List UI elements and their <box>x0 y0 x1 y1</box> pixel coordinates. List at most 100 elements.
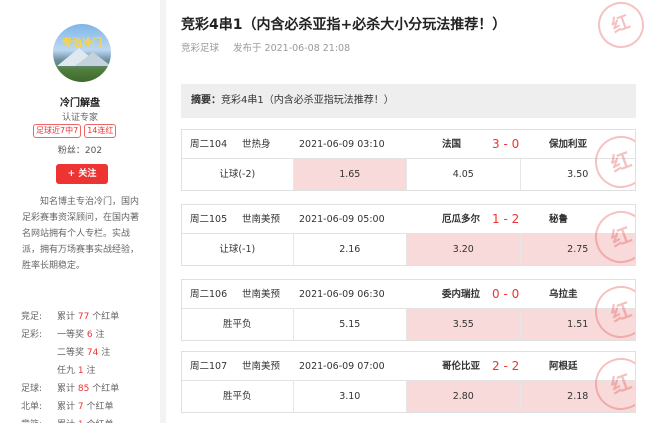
record-category: 竞篮: <box>21 416 57 423</box>
odds-row: 让球(-1) 2.16 3.20 2.75 <box>182 234 635 265</box>
author-badges: 足球近7中7 14连红 <box>33 124 117 138</box>
match-card: 周二107 世南美预 2021-06-09 07:00 哥伦比亚 2 - 2 阿根廷 胜平负… <box>181 351 636 413</box>
match-time: 2021-06-09 03:10 <box>299 139 385 150</box>
record-prefix: 任九 <box>57 366 78 376</box>
badge-recent-record: 足球近7中7 <box>33 124 82 138</box>
record-category <box>21 362 57 380</box>
odds-cell[interactable]: 5.15 <box>294 309 408 340</box>
article-meta: 竞彩足球 发布于 2021-06-08 21:08 <box>181 40 350 54</box>
bet-type: 胜平负 <box>182 381 294 412</box>
author-bio: 知名博主专治冷门，国内足彩赛事资深顾问，在国内著名网站拥有个人专栏。实战派，拥有… <box>22 197 140 271</box>
record-count: 77 <box>77 312 90 322</box>
record-prefix: 一等奖 <box>57 330 87 340</box>
record-value: 累计 77 个红单 <box>57 308 119 326</box>
home-team[interactable]: 厄瓜多尔 <box>442 205 480 234</box>
record-row: 二等奖 74 注 <box>21 344 119 362</box>
match-code: 周二105 <box>190 214 228 225</box>
match-score: 1 - 2 <box>492 212 520 226</box>
record-value: 累计 7 个红单 <box>57 398 113 416</box>
summary-label: 摘要： <box>191 95 221 106</box>
summary-text: 竞彩4串1（内含必杀亚指玩法推荐！） <box>221 95 394 106</box>
record-category: 足球: <box>21 384 43 394</box>
fans-count: 202 <box>84 146 103 156</box>
author-records: 竞足: 累计 77 个红单足彩: 一等奖 6 注二等奖 74 注任九 1 注足球: 累… <box>21 308 119 423</box>
home-team[interactable]: 法国 <box>442 130 461 159</box>
avatar-mountain-shape-2 <box>75 52 111 66</box>
match-league: 世南美预 <box>242 361 281 372</box>
record-row: 北单: 累计 7 个红单 <box>21 398 119 416</box>
record-category: 北单: <box>21 402 43 412</box>
bet-type: 让球(-1) <box>182 234 294 265</box>
match-time: 2021-06-09 06:30 <box>299 289 385 300</box>
bet-type: 让球(-2) <box>182 159 294 190</box>
fans-label: 粉丝： <box>57 146 85 156</box>
match-score: 3 - 0 <box>492 137 520 151</box>
match-header: 周二105 世南美预 2021-06-09 05:00 厄瓜多尔 1 - 2 秘鲁 <box>182 205 635 234</box>
badge-win-streak: 14连红 <box>84 124 117 138</box>
odds-cell[interactable]: 1.65 <box>293 159 408 190</box>
match-code: 周二106 <box>190 289 228 300</box>
record-count: 85 <box>77 384 90 394</box>
record-category: 足彩: <box>21 330 43 340</box>
away-team[interactable]: 乌拉圭 <box>549 280 578 309</box>
record-suffix: 注 <box>83 366 96 376</box>
record-row: 竞足: 累计 77 个红单 <box>21 308 119 326</box>
match-league: 世热身 <box>242 139 271 150</box>
odds-cell[interactable]: 3.10 <box>294 381 408 412</box>
record-value: 累计 1 个红单 <box>57 416 113 423</box>
author-title: 认证专家 <box>61 113 98 123</box>
fans-count-line: 粉丝：202 <box>0 143 160 156</box>
record-prefix: 累计 <box>57 384 78 394</box>
record-suffix: 注 <box>92 330 105 340</box>
match-card: 周二105 世南美预 2021-06-09 05:00 厄瓜多尔 1 - 2 秘鲁 让球(-… <box>181 204 636 266</box>
avatar-text-a: 专治 <box>62 38 82 49</box>
odds-row: 让球(-2) 1.65 4.05 3.50 <box>182 159 635 190</box>
publish-time: 发布于 2021-06-08 21:08 <box>233 43 351 54</box>
match-code: 周二107 <box>190 361 228 372</box>
record-row: 任九 1 注 <box>21 362 119 380</box>
record-category: 竞足: <box>21 312 43 322</box>
match-score: 0 - 0 <box>492 287 520 301</box>
odds-row: 胜平负 3.10 2.80 2.18 <box>182 381 635 412</box>
home-team[interactable]: 委内瑞拉 <box>442 280 480 309</box>
odds-row: 胜平负 5.15 3.55 1.51 <box>182 309 635 340</box>
odds-cell[interactable]: 3.55 <box>407 309 521 340</box>
author-name[interactable]: 冷门解盘 <box>0 94 160 109</box>
record-row: 竞篮:累计 1 个红单 <box>21 416 119 423</box>
match-card: 周二104 世热身 2021-06-09 03:10 法国 3 - 0 保加利亚 让球(-2… <box>181 129 636 191</box>
avatar[interactable]: 专治冷门 <box>53 24 111 82</box>
odds-cell[interactable]: 3.20 <box>407 234 521 265</box>
match-header: 周二106 世南美预 2021-06-09 06:30 委内瑞拉 0 - 0 乌拉圭 <box>182 280 635 309</box>
record-suffix: 注 <box>98 348 111 358</box>
odds-cell[interactable]: 2.16 <box>294 234 408 265</box>
match-header: 周二107 世南美预 2021-06-09 07:00 哥伦比亚 2 - 2 阿根廷 <box>182 352 635 381</box>
match-header: 周二104 世热身 2021-06-09 03:10 法国 3 - 0 保加利亚 <box>182 130 635 159</box>
avatar-caption: 专治冷门 <box>53 34 111 49</box>
article-category[interactable]: 竞彩足球 <box>181 43 219 54</box>
record-value: 任九 1 注 <box>57 362 95 380</box>
odds-cell[interactable]: 2.80 <box>407 381 521 412</box>
odds-cell[interactable]: 4.05 <box>407 159 521 190</box>
bet-type: 胜平负 <box>182 309 294 340</box>
away-team[interactable]: 阿根廷 <box>549 352 578 381</box>
article-panel: 红 竞彩4串1（内含必杀亚指+必杀大小分玩法推荐！） 竞彩足球 发布于 2021-… <box>166 0 650 423</box>
home-team[interactable]: 哥伦比亚 <box>442 352 480 381</box>
record-count: 74 <box>86 348 99 358</box>
record-value: 累计 85 个红单 <box>57 380 119 398</box>
avatar-text-b: 冷门 <box>82 38 102 49</box>
red-stamp: 红 <box>591 0 650 55</box>
record-row: 足彩: 一等奖 6 注 <box>21 326 119 344</box>
article-title: 竞彩4串1（内含必杀亚指+必杀大小分玩法推荐！） <box>181 17 507 33</box>
record-value: 一等奖 6 注 <box>57 326 104 344</box>
follow-button[interactable]: + 关注 <box>56 164 108 184</box>
away-team[interactable]: 秘鲁 <box>549 205 568 234</box>
record-row: 足球: 累计 85 个红单 <box>21 380 119 398</box>
record-category <box>21 344 57 362</box>
away-team[interactable]: 保加利亚 <box>549 130 587 159</box>
record-prefix: 累计 <box>57 312 78 322</box>
author-sidebar: 专治冷门 冷门解盘 认证专家 足球近7中7 14连红 粉丝：202 + 关注 知… <box>0 0 160 423</box>
match-score: 2 - 2 <box>492 359 520 373</box>
match-code: 周二104 <box>190 139 228 150</box>
match-time: 2021-06-09 07:00 <box>299 361 385 372</box>
article-summary: 摘要：竞彩4串1（内含必杀亚指玩法推荐！） <box>181 84 636 118</box>
